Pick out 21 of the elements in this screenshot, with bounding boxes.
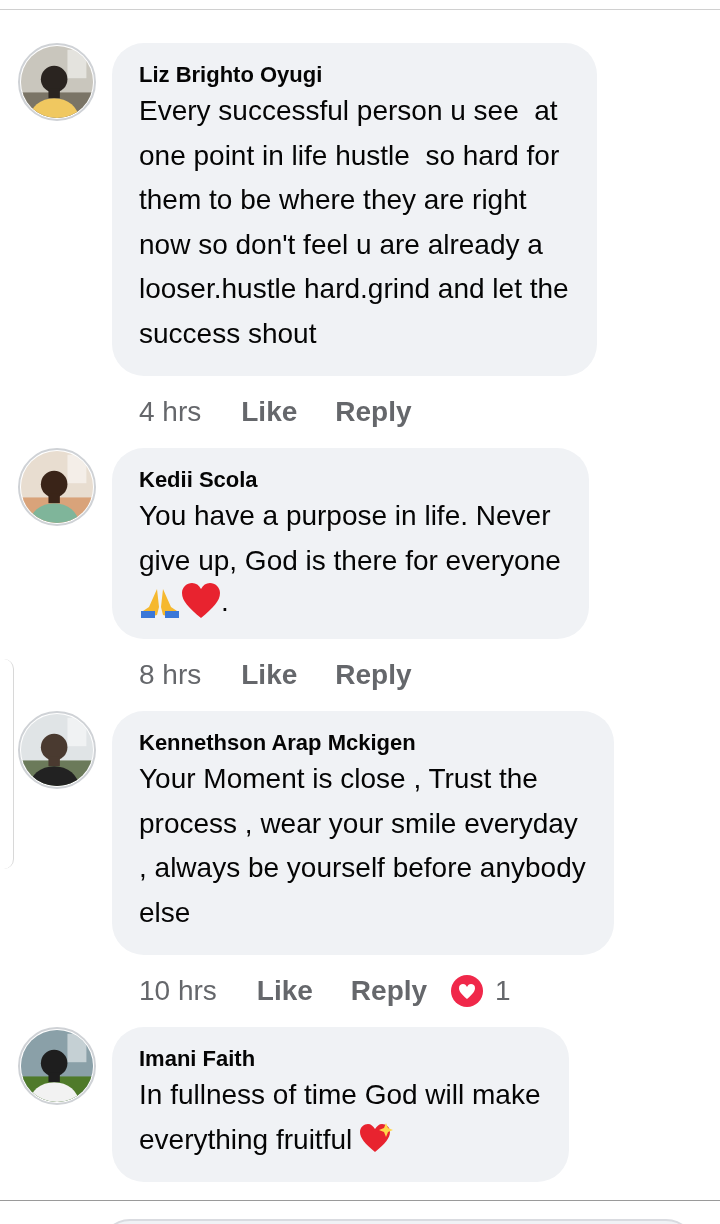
comment-text: . (221, 585, 229, 619)
commenter-name[interactable]: Imani Faith (139, 1045, 256, 1073)
reply-button[interactable]: Reply (335, 391, 412, 433)
timestamp: 4 hrs (139, 395, 202, 429)
reply-button[interactable]: Reply (335, 654, 412, 696)
reaction-count: 1 (495, 974, 511, 1008)
comment-text: In fullness of time God will make everything fruitful (139, 1078, 541, 1157)
timestamp: 8 hrs (139, 658, 202, 692)
commenter-name[interactable]: Kennethson Arap Mckigen (139, 729, 416, 757)
reply-button[interactable]: Reply (350, 970, 428, 1012)
like-button[interactable]: Like (256, 970, 313, 1012)
comment-text: You have a purpose in life. Never give up, God is there for everyone (139, 499, 561, 578)
comment-text: Every successful person u see at one point in life hustle so hard for them to be where they are right now so don't feel u are already a looser.hustle hard.grind and let the success shout (139, 94, 569, 351)
like-button[interactable]: Like (241, 654, 298, 696)
love-reaction-icon (451, 975, 484, 1007)
commenter-name[interactable]: Kedii Scola (139, 466, 258, 494)
commenter-name[interactable]: Liz Brighto Oyugi (139, 61, 323, 89)
timestamp: 10 hrs (139, 974, 217, 1008)
heart-icon (181, 583, 221, 619)
comment-text: Your Moment is close , Trust the process , wear your smile everyday , always be yourself before anybody else (139, 762, 586, 930)
like-button[interactable]: Like (241, 391, 298, 433)
